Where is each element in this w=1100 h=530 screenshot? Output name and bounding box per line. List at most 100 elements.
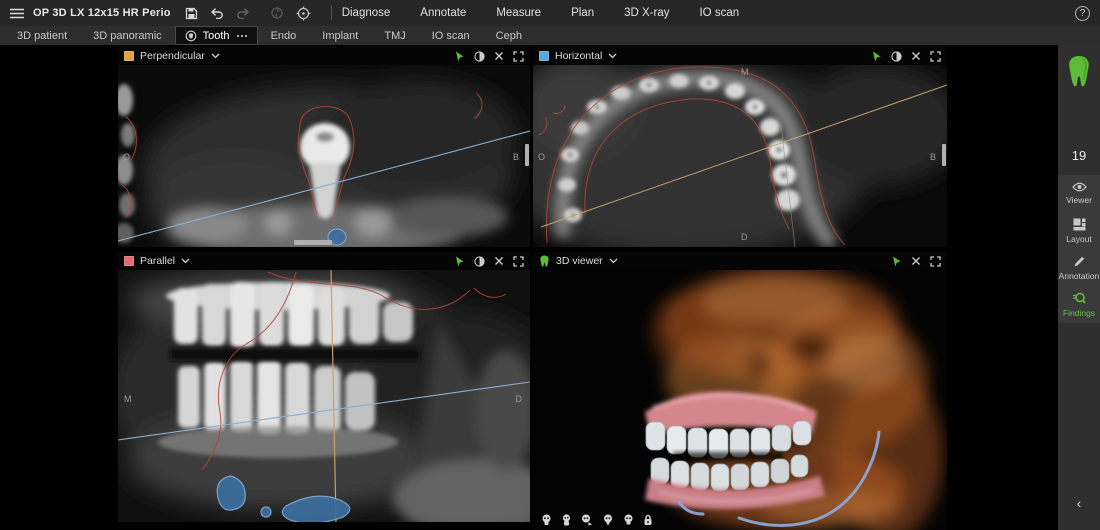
viewport-parallel: Parallel (118, 252, 530, 522)
menu-item-annotate[interactable]: Annotate (420, 7, 466, 19)
menu-item-plan[interactable]: Plan (571, 7, 594, 19)
contrast-icon[interactable] (891, 51, 902, 62)
fullscreen-icon[interactable] (513, 51, 524, 62)
sync-icon[interactable] (270, 6, 284, 20)
more-options-icon[interactable] (236, 34, 248, 38)
menu-item-3d-xray[interactable]: 3D X-ray (624, 7, 669, 19)
menu-item-diagnose[interactable]: Diagnose (342, 7, 391, 19)
tooth-workflow-icon (185, 30, 197, 42)
parallel-color-swatch (124, 256, 134, 266)
slice-scrollbar-vertical[interactable] (942, 144, 946, 166)
viewport-perpendicular-header: Perpendicular (118, 47, 530, 65)
toolbar (185, 6, 311, 21)
viewport-horizontal-label[interactable]: Horizontal (555, 50, 602, 62)
close-icon[interactable] (494, 256, 504, 266)
parallel-ct-image[interactable] (118, 270, 530, 522)
close-icon[interactable] (911, 51, 921, 61)
tab-tooth[interactable]: Tooth (175, 26, 258, 45)
viewport-perpendicular-label[interactable]: Perpendicular (140, 50, 205, 62)
pencil-icon (1073, 255, 1086, 268)
pointer-tool-icon[interactable] (871, 51, 882, 62)
3d-layer-toolbar (541, 514, 653, 526)
lock-icon[interactable] (643, 514, 653, 526)
toggle-skull-icon[interactable] (541, 514, 552, 526)
chevron-down-icon[interactable] (211, 53, 220, 59)
toolbar-divider (331, 6, 332, 20)
toggle-maxilla-icon[interactable] (561, 514, 572, 526)
tab-ceph[interactable]: Ceph (483, 26, 535, 45)
tab-implant[interactable]: Implant (309, 26, 371, 45)
toggle-lower-scan-icon[interactable] (623, 514, 634, 526)
toggle-upper-scan-icon[interactable] (602, 514, 614, 526)
sidebar-collapse-icon[interactable]: ‹ (1058, 496, 1100, 510)
titlebar: OP 3D LX 12x15 HR Perio Diagnose Annotat… (0, 0, 1100, 26)
sidebar-item-annotation[interactable]: Annotation (1058, 249, 1100, 286)
workflow-tabbar: 3D patient 3D panoramic Tooth Endo Impla… (0, 26, 1100, 45)
close-icon[interactable] (911, 256, 921, 266)
menu-item-io-scan[interactable]: IO scan (699, 7, 739, 19)
tab-3d-patient[interactable]: 3D patient (4, 26, 80, 45)
reset-view-icon[interactable] (296, 6, 311, 21)
sidebar-item-findings[interactable]: Findings (1058, 286, 1100, 323)
fullscreen-icon[interactable] (930, 256, 941, 267)
pointer-tool-icon[interactable] (454, 256, 465, 267)
perpendicular-color-swatch (124, 51, 134, 61)
viewport-parallel-tools (454, 256, 524, 267)
fullscreen-icon[interactable] (513, 256, 524, 267)
redo-icon[interactable] (236, 7, 250, 19)
viewport-horizontal: Horizontal (533, 47, 947, 247)
findings-search-icon (1072, 292, 1086, 305)
tab-io-scan[interactable]: IO scan (419, 26, 483, 45)
tooth-number: 19 (1058, 148, 1100, 163)
menu-item-measure[interactable]: Measure (496, 7, 541, 19)
orientation-label-o: O (123, 152, 130, 162)
tab-tmj[interactable]: TMJ (371, 26, 418, 45)
tab-3d-panoramic[interactable]: 3D panoramic (80, 26, 174, 45)
main-menu: Diagnose Annotate Measure Plan 3D X-ray … (342, 7, 739, 19)
tab-endo[interactable]: Endo (258, 26, 310, 45)
orientation-label-d: D (741, 232, 748, 242)
right-sidebar: 19 Viewer Layout Annotation Findings (1058, 45, 1100, 530)
contrast-icon[interactable] (474, 256, 485, 267)
viewport-3d-tools (891, 256, 941, 267)
help-icon[interactable]: ? (1075, 6, 1090, 21)
viewport-perpendicular-tools (454, 51, 524, 62)
3d-render-image[interactable] (533, 270, 947, 530)
orientation-label-b: B (513, 152, 519, 162)
viewport-3d-label[interactable]: 3D viewer (556, 255, 603, 267)
save-icon[interactable] (185, 7, 198, 20)
chevron-down-icon[interactable] (608, 53, 617, 59)
viewport-perpendicular: Perpendicular (118, 47, 530, 247)
chevron-down-icon[interactable] (181, 258, 190, 264)
perpendicular-ct-image[interactable] (118, 65, 530, 247)
pointer-tool-icon[interactable] (891, 256, 902, 267)
horizontal-ct-image[interactable] (533, 65, 947, 247)
fullscreen-icon[interactable] (930, 51, 941, 62)
close-icon[interactable] (494, 51, 504, 61)
hamburger-menu-icon[interactable] (10, 8, 24, 19)
contrast-icon[interactable] (474, 51, 485, 62)
slice-scrollbar-vertical[interactable] (525, 144, 529, 166)
tooth-icon (539, 255, 550, 267)
app-title: OP 3D LX 12x15 HR Perio (33, 7, 171, 19)
undo-icon[interactable] (210, 7, 224, 19)
sidebar-item-layout[interactable]: Layout (1058, 212, 1100, 249)
eye-icon (1072, 182, 1087, 192)
sidebar-item-viewer[interactable]: Viewer (1058, 175, 1100, 212)
viewport-parallel-header: Parallel (118, 252, 530, 270)
viewport-parallel-label[interactable]: Parallel (140, 255, 175, 267)
sidebar-item-label: Findings (1063, 308, 1095, 318)
toggle-mandible-icon[interactable] (581, 514, 593, 526)
chevron-down-icon[interactable] (609, 258, 618, 264)
orientation-label-b: B (930, 152, 936, 162)
orientation-label-m: M (741, 67, 749, 77)
app-window: OP 3D LX 12x15 HR Perio Diagnose Annotat… (0, 0, 1100, 530)
sidebar-item-label: Viewer (1066, 195, 1092, 205)
orientation-label-d: D (516, 394, 523, 404)
pointer-tool-icon[interactable] (454, 51, 465, 62)
tab-tooth-label: Tooth (203, 30, 230, 42)
slice-scrollbar-horizontal[interactable] (294, 240, 332, 245)
orientation-label-o: O (538, 152, 545, 162)
viewport-horizontal-header: Horizontal (533, 47, 947, 65)
orientation-label-m: M (124, 394, 132, 404)
